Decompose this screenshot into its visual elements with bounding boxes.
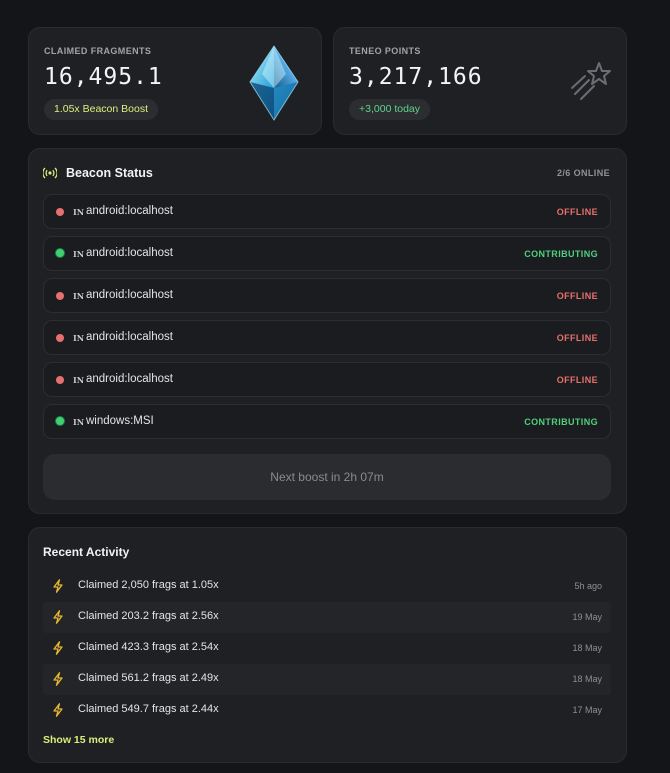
beacon-row[interactable]: IN android:localhost OFFLINE [43, 194, 611, 229]
activity-text: Claimed 549.7 frags at 2.44x [78, 703, 219, 715]
beacon-status-title: Beacon Status [66, 166, 153, 180]
in-tag: IN [73, 417, 85, 427]
points-value: 3,217,166 [349, 64, 483, 90]
activity-text: Claimed 423.3 frags at 2.54x [78, 641, 219, 653]
device-name: windows:MSI [86, 415, 154, 427]
in-tag: IN [73, 375, 85, 385]
offline-status-dot [56, 292, 64, 300]
status-badge: OFFLINE [556, 291, 598, 301]
activity-item: Claimed 203.2 frags at 2.56x 19 May [43, 602, 611, 633]
next-boost-button[interactable]: Next boost in 2h 07m [43, 454, 611, 500]
offline-status-dot [56, 208, 64, 216]
activity-text: Claimed 561.2 frags at 2.49x [78, 672, 219, 684]
beacon-row[interactable]: IN android:localhost OFFLINE [43, 362, 611, 397]
activity-time: 18 May [572, 674, 602, 684]
fragments-value: 16,495.1 [44, 64, 163, 90]
offline-status-dot [56, 376, 64, 384]
lightning-icon [53, 641, 63, 655]
device-name: android:localhost [86, 205, 173, 217]
status-badge: CONTRIBUTING [524, 249, 598, 259]
activity-text: Claimed 2,050 frags at 1.05x [78, 579, 219, 591]
points-label: TENEO POINTS [349, 46, 421, 56]
beacon-row[interactable]: IN android:localhost OFFLINE [43, 320, 611, 355]
activity-time: 5h ago [574, 581, 602, 591]
lightning-icon [53, 610, 63, 624]
status-badge: OFFLINE [556, 375, 598, 385]
beacon-boost-badge: 1.05x Beacon Boost [44, 99, 158, 120]
activity-time: 18 May [572, 643, 602, 653]
beacon-row[interactable]: IN android:localhost OFFLINE [43, 278, 611, 313]
lightning-icon [53, 672, 63, 686]
broadcast-icon [43, 167, 57, 179]
recent-activity-card: Recent Activity Claimed 2,050 frags at 1… [28, 527, 627, 763]
beacon-row[interactable]: IN android:localhost CONTRIBUTING [43, 236, 611, 271]
online-count: 2/6 ONLINE [556, 168, 610, 178]
activity-time: 17 May [572, 705, 602, 715]
device-name: android:localhost [86, 247, 173, 259]
lightning-icon [53, 579, 63, 593]
activity-item: Claimed 549.7 frags at 2.44x 17 May [43, 695, 611, 726]
device-name: android:localhost [86, 373, 173, 385]
recent-activity-title: Recent Activity [43, 545, 130, 559]
activity-item: Claimed 561.2 frags at 2.49x 18 May [43, 664, 611, 695]
status-badge: OFFLINE [556, 207, 598, 217]
in-tag: IN [73, 333, 85, 343]
status-badge: CONTRIBUTING [524, 417, 598, 427]
offline-status-dot [56, 334, 64, 342]
lightning-icon [53, 703, 63, 717]
online-status-dot [55, 416, 65, 426]
beacon-status-card: Beacon Status 2/6 ONLINE IN android:loca… [28, 148, 627, 514]
in-tag: IN [73, 207, 85, 217]
online-status-dot [55, 248, 65, 258]
activity-item: Claimed 423.3 frags at 2.54x 18 May [43, 633, 611, 664]
shooting-star-icon [571, 62, 611, 100]
activity-item: Claimed 2,050 frags at 1.05x 5h ago [43, 571, 611, 602]
in-tag: IN [73, 249, 85, 259]
activity-text: Claimed 203.2 frags at 2.56x [78, 610, 219, 622]
points-today-badge: +3,000 today [349, 99, 431, 120]
points-card: TENEO POINTS 3,217,166 +3,000 today [333, 27, 627, 135]
device-name: android:localhost [86, 331, 173, 343]
status-badge: OFFLINE [556, 333, 598, 343]
device-name: android:localhost [86, 289, 173, 301]
fragments-label: CLAIMED FRAGMENTS [44, 46, 152, 56]
show-more-link[interactable]: Show 15 more [43, 734, 114, 746]
in-tag: IN [73, 291, 85, 301]
fragments-card: CLAIMED FRAGMENTS 16,495.1 1.05x Beacon … [28, 27, 322, 135]
crystal-icon [249, 45, 299, 121]
activity-time: 19 May [572, 612, 602, 622]
beacon-row[interactable]: IN windows:MSI CONTRIBUTING [43, 404, 611, 439]
